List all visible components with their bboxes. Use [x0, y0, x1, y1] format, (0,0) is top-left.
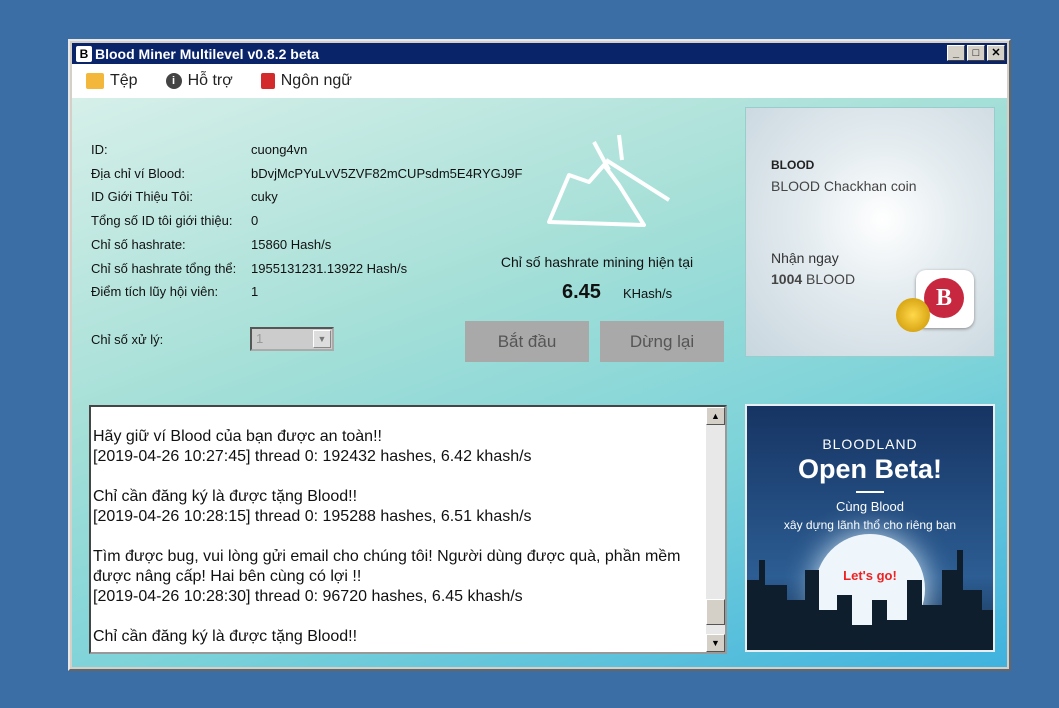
processor-label: Chỉ số xử lý: — [91, 332, 164, 347]
maximize-button[interactable]: □ — [967, 45, 985, 61]
gold-coin-icon — [896, 298, 930, 332]
start-button[interactable]: Bắt đầu — [465, 321, 589, 362]
log-line: Chỉ cần đăng ký là được tặng Blood!! — [93, 488, 358, 505]
info-label: Địa chỉ ví Blood: — [91, 166, 185, 181]
ad2-headline: Open Beta! — [797, 454, 943, 484]
mining-hashrate-unit: KHash/s — [623, 286, 673, 301]
scroll-thumb[interactable] — [706, 599, 725, 625]
info-label: ID Giới Thiệu Tôi: — [91, 189, 193, 204]
info-value: 1 — [251, 284, 259, 299]
ad2-brand: BLOODLAND — [822, 436, 918, 452]
window-title: Blood Miner Multilevel v0.8.2 beta — [95, 45, 320, 62]
book-icon — [260, 73, 275, 89]
ad-subtitle: BLOOD Chackhan coin — [771, 178, 917, 194]
log-line: [2019-04-26 10:28:15] thread 0: 195288 h… — [93, 508, 532, 525]
ad2-line1: Cùng Blood — [836, 499, 904, 514]
minimize-button[interactable]: _ — [947, 45, 965, 61]
ad2-line2: xây dựng lãnh thổ cho riêng bạn — [783, 518, 957, 532]
main-panel: ID: cuong4vn Địa chỉ ví Blood: bDvjMcPYuLv… — [72, 98, 1007, 667]
mining-title: Chỉ số hashrate mining hiện tại — [500, 254, 694, 270]
scroll-up-arrow-icon[interactable]: ▲ — [706, 407, 725, 425]
log-line: Chỉ cần đăng ký là được tặng Blood!! — [93, 628, 358, 645]
menu-label: Hỗ trợ — [187, 72, 233, 89]
menu-label: Ngôn ngữ — [280, 72, 352, 89]
processor-value: 1 — [256, 331, 264, 346]
ad-line: Nhận ngay — [771, 250, 839, 266]
info-value: 1955131231.13922 Hash/s — [251, 261, 408, 276]
log-line: Hãy giữ ví Blood của bạn được an toàn!! — [93, 428, 382, 445]
info-label: Tổng số ID tôi giới thiệu: — [91, 213, 233, 228]
menu-bar: Tệp i Hỗ trợ Ngôn ngữ — [72, 64, 1007, 98]
processor-select[interactable]: 1 ▼ — [250, 327, 334, 351]
log-scrollbar[interactable]: ▲ ▼ — [706, 407, 725, 652]
mining-pickaxe-icon — [547, 134, 671, 227]
info-value: cuong4vn — [251, 142, 308, 157]
scroll-down-arrow-icon[interactable]: ▼ — [706, 634, 725, 652]
info-value: bDvjMcPYuLvV5ZVF82mCUPsdm5E4RYGJ9F — [251, 166, 523, 181]
mining-hashrate-value: 6.45 — [562, 281, 601, 303]
log-line: [2019-04-26 10:27:45] thread 0: 192432 h… — [93, 448, 532, 465]
app-logo-icon: B — [76, 45, 92, 62]
blood-coin-ad-banner[interactable]: BLOOD BLOOD Chackhan coin Nhận ngay 1004… — [745, 107, 995, 357]
info-value: 0 — [251, 213, 259, 228]
menu-language[interactable]: Ngôn ngữ — [260, 72, 352, 90]
close-button[interactable]: ✕ — [987, 45, 1005, 61]
info-label: ID: — [91, 142, 108, 157]
log-line: [2019-04-26 10:28:30] thread 0: 96720 ha… — [93, 588, 523, 605]
log-line: Tìm được bug, vui lòng gửi email cho chú… — [93, 548, 681, 585]
stop-button[interactable]: Dừng lại — [600, 321, 724, 362]
city-skyline-graphic — [747, 550, 993, 650]
menu-help[interactable]: i Hỗ trợ — [165, 72, 233, 90]
menu-label: Tệp — [110, 72, 138, 89]
info-label: Điểm tích lũy hội viên: — [91, 284, 219, 299]
info-value: 15860 Hash/s — [251, 237, 332, 252]
folder-icon — [86, 73, 104, 89]
log-output[interactable]: Hãy giữ ví Blood của bạn được an toàn!! … — [89, 405, 727, 654]
app-window: B Blood Miner Multilevel v0.8.2 beta _ □… — [68, 39, 1011, 671]
chevron-down-icon: ▼ — [313, 330, 331, 348]
ad-amount: 1004 — [771, 271, 803, 287]
title-bar[interactable]: B Blood Miner Multilevel v0.8.2 beta _ □… — [72, 43, 1007, 64]
info-label: Chỉ số hashrate: — [91, 237, 186, 252]
bloodland-ad-banner[interactable]: BLOODLAND Open Beta! Cùng Blood xây dựng… — [745, 404, 995, 652]
info-value: cuky — [251, 189, 278, 204]
ad-brand-logo: BLOOD — [771, 158, 815, 172]
info-label: Chỉ số hashrate tổng thể: — [91, 261, 237, 276]
info-icon: i — [165, 73, 182, 89]
menu-file[interactable]: Tệp — [86, 72, 138, 90]
ad-amount-unit: BLOOD — [806, 271, 856, 287]
